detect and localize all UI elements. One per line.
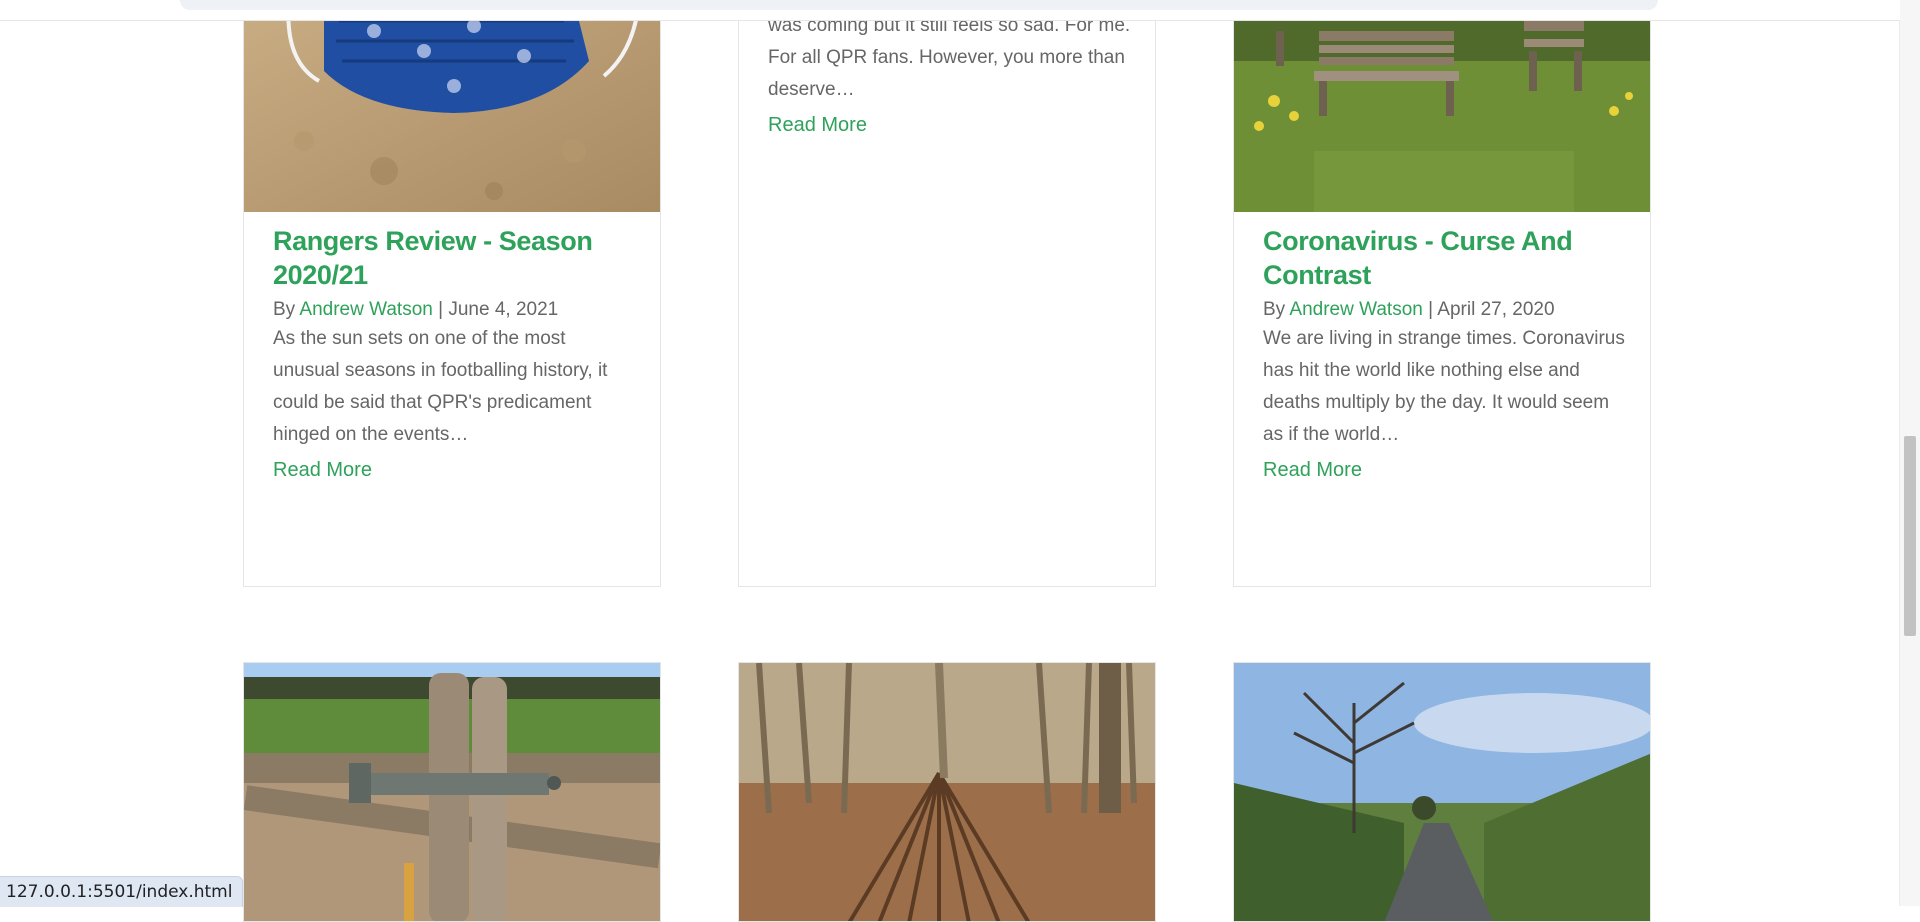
author-link[interactable]: Andrew Watson bbox=[1289, 299, 1422, 320]
read-more-link[interactable]: Read More bbox=[768, 114, 867, 137]
post-body: was coming but it still feels so sad. Fo… bbox=[768, 10, 1131, 137]
author-link[interactable]: Andrew Watson bbox=[299, 299, 432, 320]
post-meta: By Andrew Watson | April 27, 2020 bbox=[1263, 297, 1626, 323]
status-bar-url: 127.0.0.1:5501/index.html bbox=[0, 876, 244, 907]
country-lane-image bbox=[1234, 663, 1650, 921]
post-card bbox=[738, 662, 1156, 922]
meta-separator: | bbox=[1428, 299, 1434, 320]
meta-separator: | bbox=[438, 299, 444, 320]
post-card bbox=[243, 662, 661, 922]
post-body: Coronavirus - Curse And Contrast By Andr… bbox=[1263, 224, 1626, 482]
post-body: Rangers Review - Season 2020/21 By Andre… bbox=[273, 224, 636, 482]
garden-benches-image bbox=[1234, 1, 1650, 212]
read-more-link[interactable]: Read More bbox=[273, 459, 372, 482]
scrollbar-thumb[interactable] bbox=[1904, 436, 1916, 636]
face-mask-image bbox=[244, 1, 660, 212]
post-thumbnail[interactable] bbox=[1234, 663, 1650, 921]
header-search-bar[interactable] bbox=[180, 0, 1658, 10]
post-card: was coming but it still feels so sad. Fo… bbox=[738, 0, 1156, 587]
post-excerpt: We are living in strange times. Coronavi… bbox=[1263, 328, 1625, 445]
read-more-link[interactable]: Read More bbox=[1263, 459, 1362, 482]
post-card: Rangers Review - Season 2020/21 By Andre… bbox=[243, 0, 661, 587]
post-excerpt: As the sun sets on one of the most unusu… bbox=[273, 328, 608, 445]
site-header-strip bbox=[0, 0, 1900, 21]
post-thumbnail[interactable] bbox=[739, 663, 1155, 921]
by-label: By bbox=[1263, 299, 1286, 320]
post-thumbnail[interactable] bbox=[244, 1, 660, 212]
post-date: June 4, 2021 bbox=[448, 299, 559, 320]
post-card: Coronavirus - Curse And Contrast By Andr… bbox=[1233, 0, 1651, 587]
woodland-shelter-image bbox=[739, 663, 1155, 921]
page-scrollbar[interactable] bbox=[1899, 0, 1920, 906]
post-title[interactable]: Coronavirus - Curse And Contrast bbox=[1263, 224, 1626, 292]
post-thumbnail[interactable] bbox=[244, 663, 660, 921]
post-card bbox=[1233, 662, 1651, 922]
by-label: By bbox=[273, 299, 296, 320]
post-title[interactable]: Rangers Review - Season 2020/21 bbox=[273, 224, 636, 292]
post-date: April 27, 2020 bbox=[1437, 299, 1555, 320]
post-thumbnail[interactable] bbox=[1234, 1, 1650, 212]
post-excerpt: was coming but it still feels so sad. Fo… bbox=[768, 15, 1131, 100]
post-meta: By Andrew Watson | June 4, 2021 bbox=[273, 297, 636, 323]
wooden-gate-image bbox=[244, 663, 660, 921]
